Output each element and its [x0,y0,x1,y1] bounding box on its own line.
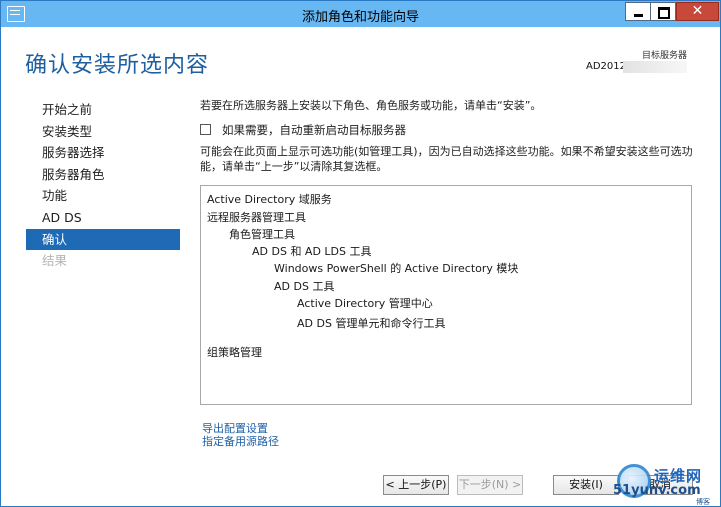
optional-features-note: 可能会在此页面上显示可选功能(如管理工具)，因为已自动选择这些功能。如果不希望安… [200,144,720,174]
nav-item-server-selection[interactable]: 服务器选择 [26,142,180,164]
restart-checkbox-label[interactable]: 如果需要，自动重新启动目标服务器 [222,122,406,138]
nav-item-ad-ds[interactable]: AD DS [26,207,180,229]
install-button[interactable]: 安装(I) [553,475,619,495]
watermark-blog: 博客 [696,498,710,506]
nav-item-server-roles[interactable]: 服务器角色 [26,164,180,186]
feature-item: AD DS 管理单元和命令行工具 [297,317,446,330]
feature-item: 角色管理工具 [229,228,295,241]
window-title: 添加角色和功能向导 [301,10,419,25]
close-button[interactable]: ✕ [676,2,719,21]
feature-item: Active Directory 管理中心 [297,297,433,310]
target-server-label: 目标服务器 [641,51,687,61]
feature-item: AD DS 工具 [274,280,335,293]
maximize-button[interactable] [650,2,676,21]
nav-item-before-you-begin[interactable]: 开始之前 [26,99,180,121]
feature-item: Active Directory 域服务 [207,193,332,206]
alternate-source-link[interactable]: 指定备用源路径 [202,433,279,449]
page-title: 确认安装所选内容 [25,53,210,78]
nav-item-confirmation[interactable]: 确认 [26,228,180,251]
redacted-server-name [623,61,687,73]
watermark-domain: 51yunv.com [613,483,701,498]
features-list[interactable]: Active Directory 域服务 远程服务器管理工具 角色管理工具 AD… [200,185,692,405]
next-button: 下一步(N) > [457,475,523,495]
feature-item: 远程服务器管理工具 [207,211,306,224]
nav-item-results: 结果 [42,253,68,269]
note-line-2: 能，请单击“上一步”以清除其复选框。 [200,160,388,173]
note-line-1: 可能会在此页面上显示可选功能(如管理工具)，因为已自动选择这些功能。如果不希望安… [200,145,693,158]
feature-item: 组策略管理 [207,346,262,359]
title-bar[interactable]: 添加角色和功能向导 ✕ [1,1,720,27]
close-icon: ✕ [691,3,704,19]
feature-item: Windows PowerShell 的 Active Directory 模块 [274,262,519,275]
previous-button[interactable]: < 上一步(P) [383,475,449,495]
wizard-nav: 开始之前 安装类型 服务器选择 服务器角色 功能 AD DS 确认 结果 [26,99,180,272]
nav-item-installation-type[interactable]: 安装类型 [26,121,180,143]
minimize-button[interactable] [625,2,651,21]
wizard-window: 添加角色和功能向导 ✕ 确认安装所选内容 目标服务器 AD2012. 开始之前 … [0,0,721,507]
restart-checkbox[interactable] [200,124,211,135]
intro-text: 若要在所选服务器上安装以下角色、角色服务或功能，请单击“安装”。 [200,99,542,112]
feature-item: AD DS 和 AD LDS 工具 [252,245,372,258]
nav-item-features[interactable]: 功能 [26,185,180,207]
